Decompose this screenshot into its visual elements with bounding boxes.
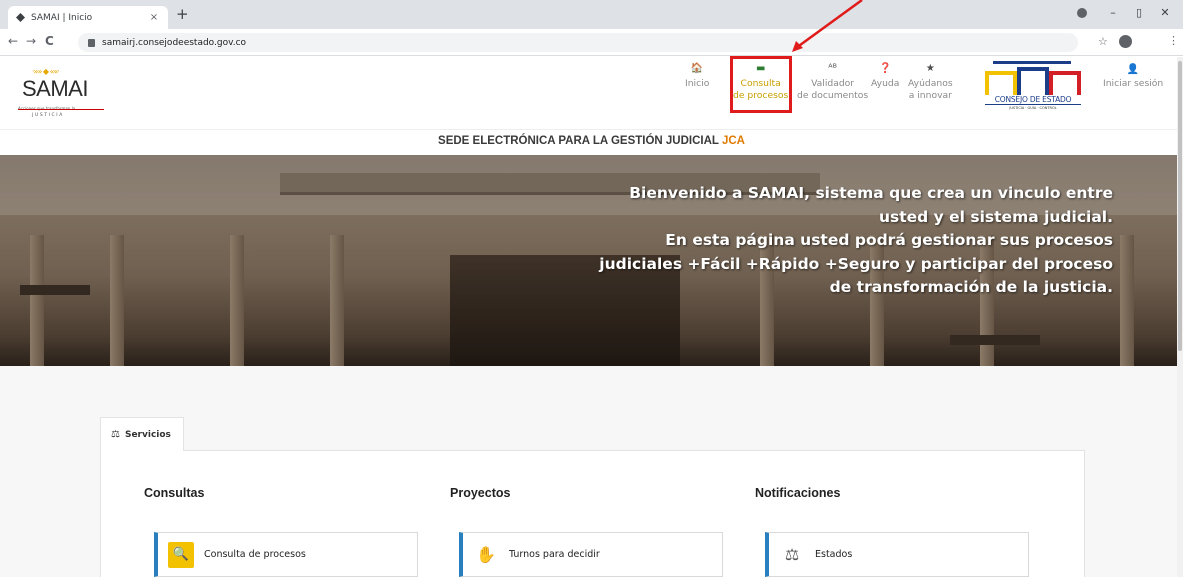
card-turnos-decidir-label: Turnos para decidir <box>509 549 600 560</box>
nav-ayuda[interactable]: ❓ Ayuda <box>871 63 899 90</box>
samai-logo[interactable]: ·»» ◆ ««· SAMAI Acciones que transforman… <box>18 61 118 125</box>
ce-logo-yellow-block <box>985 71 1017 95</box>
nav-ayuda-label: Ayuda <box>871 78 900 89</box>
page-subtitle: SEDE ELECTRÓNICA PARA LA GESTIÓN JUDICIA… <box>0 129 1183 155</box>
nav-validador[interactable]: ᴬᴮ Validador de documentos <box>797 63 868 102</box>
column-title-notificaciones: Notificaciones <box>755 486 841 500</box>
logo-sub: JUSTICIA <box>32 113 64 118</box>
scale-icon: ⚖ <box>111 429 120 440</box>
site-header: ·»» ◆ ««· SAMAI Acciones que transforman… <box>0 57 1183 129</box>
search-icon: 🔍 <box>168 541 194 568</box>
hero-welcome-text: Bienvenido a SAMAI, sistema que crea un … <box>513 182 1113 300</box>
nav-inicio[interactable]: 🏠 Inicio <box>685 63 709 90</box>
ce-logo-tagline: JUSTICIA · GUÍA · CONTROL <box>1009 106 1057 110</box>
hero-line: En esta página usted podrá gestionar sus… <box>665 231 1113 249</box>
card-estados-label: Estados <box>815 549 853 560</box>
maximize-button[interactable]: ▯ <box>1126 6 1152 19</box>
hero-line: judiciales +Fácil +Rápido +Seguro y part… <box>599 254 1113 273</box>
browser-tab-bar: SAMAI | Inicio × + – ▯ ✕ <box>0 0 1183 29</box>
tab-close-icon[interactable]: × <box>148 12 160 23</box>
star-icon: ★ <box>925 63 935 74</box>
address-bar: ← → C samairj.consejodeestado.gov.co ☆ ⋮ <box>0 29 1183 56</box>
close-window-button[interactable]: ✕ <box>1152 6 1178 19</box>
card-estados[interactable]: ⚖ Estados <box>765 532 1029 577</box>
window-controls: – ▯ ✕ <box>1100 6 1178 19</box>
spellcheck-icon: ᴬᴮ <box>828 63 837 74</box>
samai-favicon-icon <box>16 13 25 22</box>
home-icon: 🏠 <box>690 63 704 74</box>
nav-validador-label-2: de documentos <box>797 90 869 101</box>
help-icon: ❓ <box>878 63 892 74</box>
nav-validador-label-1: Validador <box>811 78 855 89</box>
ce-logo-top-bar <box>993 61 1071 64</box>
browser-tab[interactable]: SAMAI | Inicio × <box>8 6 168 29</box>
minimize-button[interactable]: – <box>1100 6 1126 19</box>
card-turnos-decidir[interactable]: ✋ Turnos para decidir <box>459 532 723 577</box>
back-button[interactable]: ← <box>8 34 18 48</box>
subtitle-main: SEDE ELECTRÓNICA PARA LA GESTIÓN JUDICIA… <box>438 135 722 147</box>
tab-servicios-label: Servicios <box>124 429 171 440</box>
ce-logo-name: CONSEJO DE ESTADO <box>985 95 1081 105</box>
scrollbar-thumb[interactable] <box>1178 61 1182 351</box>
new-tab-button[interactable]: + <box>176 7 189 22</box>
hero-banner: Bienvenido a SAMAI, sistema que crea un … <box>0 155 1183 366</box>
nav-ayudanos[interactable]: ★ Ayúdanos a innovar <box>908 63 953 102</box>
nav-ayudanos-label-1: Ayúdanos <box>908 78 953 89</box>
ce-logo-red-block <box>1049 71 1081 95</box>
logo-divider <box>18 109 104 110</box>
card-consulta-procesos-label: Consulta de procesos <box>204 549 306 560</box>
login-label: Iniciar sesión <box>1103 78 1164 89</box>
reload-button[interactable]: C <box>45 34 54 48</box>
lock-icon <box>88 38 95 47</box>
url-input[interactable]: samairj.consejodeestado.gov.co <box>78 33 1078 52</box>
annotation-highlight-box <box>730 56 792 113</box>
hand-icon: ✋ <box>476 545 496 564</box>
column-title-consultas: Consultas <box>144 486 205 500</box>
browser-menu-icon[interactable]: ⋮ <box>1168 34 1179 47</box>
page-scrollbar[interactable] <box>1177 57 1183 577</box>
consejo-de-estado-logo[interactable]: CONSEJO DE ESTADO JUSTICIA · GUÍA · CONT… <box>983 61 1083 117</box>
login-button[interactable]: 👤 Iniciar sesión <box>1103 64 1163 90</box>
url-text: samairj.consejodeestado.gov.co <box>102 37 247 48</box>
ce-logo-blue-block <box>1017 67 1049 95</box>
nav-ayudanos-label-2: a innovar <box>908 90 952 101</box>
column-title-proyectos: Proyectos <box>450 486 511 500</box>
tab-title: SAMAI | Inicio <box>31 12 93 23</box>
nav-inicio-label: Inicio <box>685 78 710 89</box>
hero-line: usted y el sistema judicial. <box>878 207 1113 226</box>
profile-avatar-icon[interactable] <box>1119 35 1132 48</box>
record-indicator-icon <box>1077 8 1087 18</box>
card-consulta-procesos[interactable]: 🔍 Consulta de procesos <box>154 532 418 577</box>
hero-line: de transformación de la justicia. <box>829 278 1113 296</box>
subtitle-highlight: JCA <box>721 135 745 147</box>
forward-button[interactable]: → <box>26 34 36 48</box>
justice-scale-icon: ⚖ <box>784 545 800 564</box>
logo-arrows: ·»» ◆ ««· <box>32 67 60 76</box>
tab-servicios[interactable]: ⚖ Servicios <box>100 417 184 451</box>
bookmark-star-icon[interactable]: ☆ <box>1098 35 1108 48</box>
logo-text: SAMAI <box>22 76 88 101</box>
hero-line: Bienvenido a SAMAI, sistema que crea un … <box>629 184 1113 202</box>
user-icon: 👤 <box>1126 64 1140 75</box>
